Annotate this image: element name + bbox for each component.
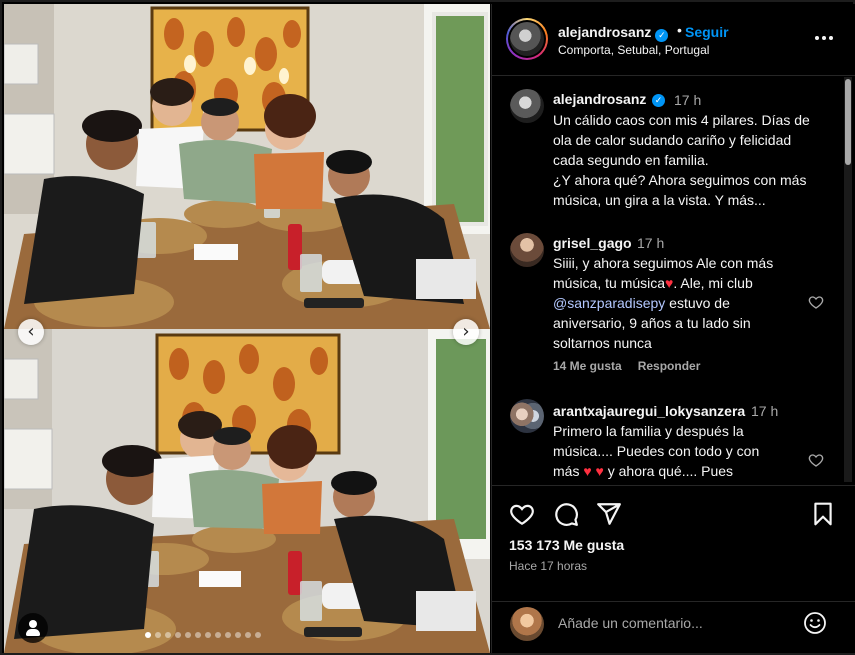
- caption-time[interactable]: 17 h: [674, 92, 701, 108]
- carousel-dot: [235, 632, 241, 638]
- caption-username[interactable]: alejandrosanz: [553, 91, 646, 107]
- comment-avatar[interactable]: [510, 399, 544, 433]
- comment-meta: 14 Me gusta Responder: [553, 359, 716, 373]
- post-header: alejandrosanz ✓ • Seguir Comporta, Setuba…: [492, 4, 855, 76]
- mention-link[interactable]: @sanzparadisepy: [553, 295, 665, 311]
- post-location[interactable]: Comporta, Setubal, Portugal: [558, 43, 709, 57]
- post-media[interactable]: ‹ ›: [4, 4, 490, 653]
- author-username[interactable]: alejandrosanz ✓: [558, 24, 669, 42]
- caption-text: Un cálido caos con mis 4 pilares. Días d…: [553, 112, 810, 208]
- comment-text: Primero la familia y después la música..…: [553, 421, 783, 481]
- comment-username[interactable]: arantxajauregui_lokysanzera: [553, 403, 745, 419]
- comment-icon[interactable]: [553, 501, 579, 527]
- comment-like-heart-icon[interactable]: [808, 294, 824, 310]
- heart-icon[interactable]: [509, 501, 535, 527]
- header-separator: •: [677, 22, 682, 38]
- comment-username[interactable]: grisel_gago: [553, 235, 632, 251]
- verified-badge-icon: ✓: [652, 94, 665, 107]
- reply-button[interactable]: Responder: [638, 359, 701, 373]
- caption-avatar[interactable]: [510, 89, 544, 123]
- verified-badge-icon: ✓: [655, 29, 669, 42]
- heart-emoji-icon: ♥ ♥: [583, 463, 604, 479]
- post-photo-bottom: [4, 329, 490, 653]
- more-options-icon[interactable]: [814, 31, 834, 45]
- carousel-indicator: [145, 632, 261, 640]
- post-photo-top: [4, 4, 490, 329]
- current-user-avatar: [510, 607, 544, 641]
- carousel-dot: [185, 632, 191, 638]
- carousel-prev-button[interactable]: ‹: [18, 319, 44, 345]
- comment-time[interactable]: 17 h: [637, 235, 664, 251]
- carousel-dot: [255, 632, 261, 638]
- share-icon[interactable]: [596, 501, 622, 527]
- carousel-dot: [145, 632, 151, 638]
- carousel-dot: [165, 632, 171, 638]
- comment-input[interactable]: [558, 615, 788, 631]
- post-actions: 153 173 Me gusta Hace 17 horas: [492, 485, 855, 610]
- comment-time[interactable]: 17 h: [751, 403, 778, 419]
- comments-list[interactable]: alejandrosanz ✓ 17 h Un cálido caos con …: [492, 77, 855, 485]
- comment-avatar[interactable]: [510, 233, 544, 267]
- emoji-icon[interactable]: [803, 611, 827, 635]
- carousel-dot: [215, 632, 221, 638]
- comment-text-part: y ahora qué.... Pues: [603, 463, 734, 479]
- author-username-text[interactable]: alejandrosanz: [558, 24, 651, 40]
- carousel-dot: [175, 632, 181, 638]
- comments-scrollbar[interactable]: [844, 77, 852, 482]
- carousel-dot: [205, 632, 211, 638]
- comment-like-heart-icon[interactable]: [808, 452, 824, 468]
- post-time-ago[interactable]: Hace 17 horas: [509, 559, 587, 573]
- carousel-next-button[interactable]: ›: [453, 319, 479, 345]
- post-side-panel: alejandrosanz ✓ • Seguir Comporta, Setuba…: [491, 4, 855, 653]
- likes-count[interactable]: 153 173 Me gusta: [509, 537, 624, 553]
- comment-text: Siiii, y ahora seguimos Ale con más músi…: [553, 253, 793, 353]
- carousel-dot: [225, 632, 231, 638]
- comment-likes-count[interactable]: 14 Me gusta: [553, 359, 622, 373]
- add-comment-bar: [492, 601, 855, 653]
- carousel-dot: [245, 632, 251, 638]
- bookmark-icon[interactable]: [810, 501, 836, 527]
- comment-text-part: . Ale, mi club: [673, 275, 757, 291]
- carousel-dot: [195, 632, 201, 638]
- instagram-post-modal: ‹ › alejandrosanz ✓ • Seguir Comporta, Se…: [0, 0, 855, 655]
- follow-button[interactable]: Seguir: [685, 24, 729, 40]
- author-avatar[interactable]: [506, 18, 548, 60]
- carousel-dot: [155, 632, 161, 638]
- user-tag-icon[interactable]: [18, 613, 48, 643]
